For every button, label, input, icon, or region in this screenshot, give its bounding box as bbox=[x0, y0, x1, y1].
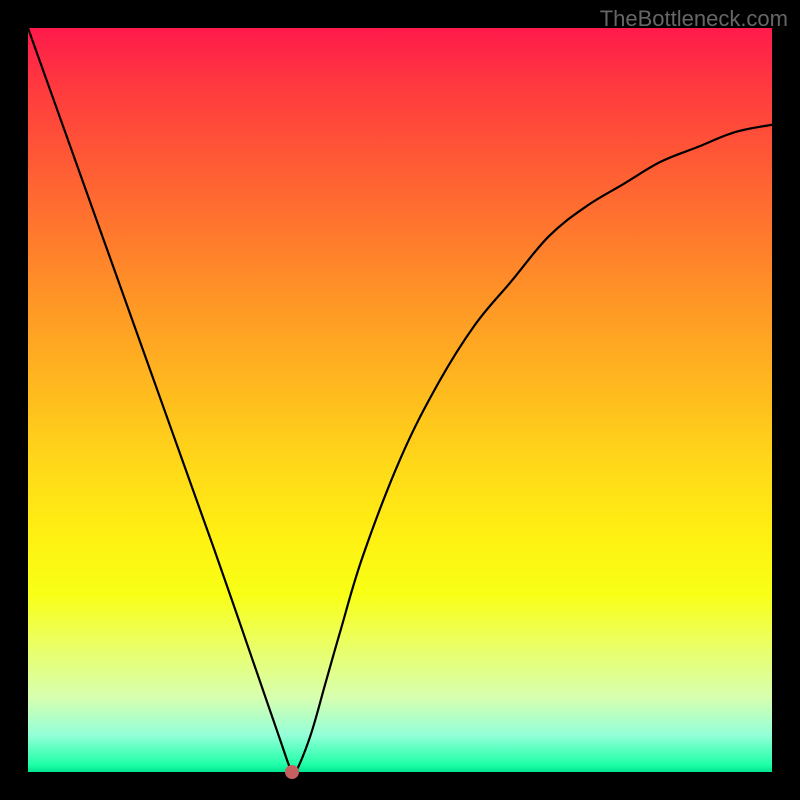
chart-container: TheBottleneck.com bbox=[0, 0, 800, 800]
marker-dot bbox=[285, 765, 299, 779]
curve-svg bbox=[28, 28, 772, 772]
bottleneck-curve bbox=[28, 28, 772, 772]
watermark-text: TheBottleneck.com bbox=[600, 6, 788, 32]
